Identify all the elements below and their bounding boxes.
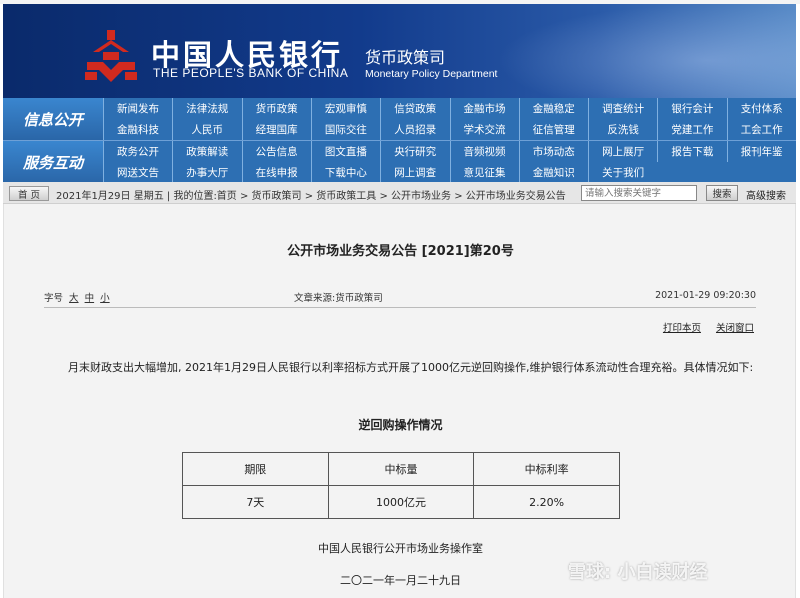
breadcrumb-bar: 首 页 2021年1月29日 星期五 | 我的位置:首页 > 货币政策司 > 货… (3, 182, 796, 204)
nav-link-info-12[interactable]: 经理国库 (241, 119, 311, 140)
table-row: 7天 1000亿元 2.20% (182, 485, 620, 519)
table-header-cell: 期限 (182, 452, 329, 486)
nav-link-info-14[interactable]: 人员招录 (380, 119, 449, 140)
nav-category-info[interactable]: 信息公开 (3, 98, 103, 140)
nav-link-service-12[interactable]: 在线申报 (241, 162, 311, 183)
article-content: 公开市场业务交易公告 [2021]第20号 字号 大 中 小 文章来源:货币政策… (3, 204, 796, 598)
nav-link-service-1[interactable]: 政策解读 (172, 141, 241, 162)
nav-link-service-13[interactable]: 下载中心 (310, 162, 380, 183)
nav-link-service-6[interactable]: 市场动态 (518, 141, 588, 162)
nav-link-service-5[interactable]: 音频视频 (449, 141, 519, 162)
nav-link-service-10[interactable]: 网送文告 (103, 162, 172, 183)
dept-name-cn: 货币政策司 (365, 48, 446, 67)
nav-link-info-11[interactable]: 人民币 (172, 119, 241, 140)
font-size-small[interactable]: 小 (100, 293, 110, 304)
nav-row-info: 信息公开 新闻发布 法律法规 货币政策 宏观审慎 信贷政策 金融市场 金融稳定 调查统计 银行会… (3, 98, 796, 140)
breadcrumb[interactable]: 2021年1月29日 星期五 | 我的位置:首页 > 货币政策司 > 货币政策工… (56, 187, 566, 202)
table-header-row: 期限 中标量 中标利率 (182, 452, 620, 486)
nav-link-info-13[interactable]: 国际交往 (310, 119, 380, 140)
nav-link-service-4[interactable]: 央行研究 (380, 141, 449, 162)
nav-link-service-2[interactable]: 公告信息 (241, 141, 311, 162)
nav-links-service: 政务公开 政策解读 公告信息 图文直播 央行研究 音频视频 市场动态 网上展厅 报告下载 报刊年鉴… (103, 141, 796, 183)
nav-link-service-11[interactable]: 办事大厅 (172, 162, 241, 183)
table-cell: 2.20% (473, 485, 620, 519)
nav-category-service[interactable]: 服务互动 (3, 141, 103, 183)
nav-link-info-7[interactable]: 调查统计 (588, 98, 657, 119)
nav-link-info-4[interactable]: 信贷政策 (380, 98, 449, 119)
table-header-cell: 中标利率 (473, 452, 620, 486)
article-meta: 字号 大 中 小 文章来源:货币政策司 2021-01-29 09:20:30 (44, 290, 756, 304)
nav-link-info-6[interactable]: 金融稳定 (518, 98, 588, 119)
table-cell: 7天 (182, 485, 329, 519)
nav-link-info-1[interactable]: 法律法规 (172, 98, 241, 119)
nav-link-service-8[interactable]: 报告下载 (657, 141, 726, 162)
home-button[interactable]: 首 页 (9, 186, 49, 201)
nav-link-service-14[interactable]: 网上调查 (380, 162, 449, 183)
nav-link-info-5[interactable]: 金融市场 (449, 98, 519, 119)
nav-link-info-15[interactable]: 学术交流 (449, 119, 519, 140)
nav-row-service: 服务互动 政务公开 政策解读 公告信息 图文直播 央行研究 音频视频 市场动态 网上展厅 报告下… (3, 140, 796, 183)
search-button[interactable]: 搜索 (706, 185, 738, 201)
nav-links-info: 新闻发布 法律法规 货币政策 宏观审慎 信贷政策 金融市场 金融稳定 调查统计 银行会计 支付体系… (103, 98, 796, 140)
table-cell: 1000亿元 (327, 485, 475, 519)
nav-link-info-0[interactable]: 新闻发布 (103, 98, 172, 119)
nav-link-service-0[interactable]: 政务公开 (103, 141, 172, 162)
bank-name-en: THE PEOPLE'S BANK OF CHINA (153, 66, 349, 80)
search-input[interactable] (581, 185, 697, 201)
divider (44, 307, 756, 308)
article-source: 文章来源:货币政策司 (294, 293, 383, 304)
article-paragraph: 月末财政支出大幅增加, 2021年1月29日人民银行以利率招标方式开展了1000… (68, 361, 754, 374)
nav-link-info-18[interactable]: 党建工作 (657, 119, 726, 140)
article-signature: 中国人民银行公开市场业务操作室 (318, 542, 483, 555)
pboc-logo-icon (85, 30, 137, 82)
close-window-link[interactable]: 关闭窗口 (716, 323, 754, 334)
main-navigation: 信息公开 新闻发布 法律法规 货币政策 宏观审慎 信贷政策 金融市场 金融稳定 调查统计 银行会… (3, 98, 796, 183)
font-size-medium[interactable]: 中 (85, 293, 95, 304)
font-size-large[interactable]: 大 (69, 293, 79, 304)
nav-link-info-9[interactable]: 支付体系 (726, 98, 796, 119)
nav-link-info-16[interactable]: 征信管理 (518, 119, 588, 140)
nav-link-service-15[interactable]: 意见征集 (449, 162, 519, 183)
article-tools: 打印本页 关闭窗口 (651, 320, 754, 334)
advanced-search-link[interactable]: 高级搜索 (746, 187, 786, 202)
banner-glow (496, 4, 796, 98)
article-datetime: 2021-01-29 09:20:30 (655, 290, 756, 301)
font-size-label: 字号 (44, 293, 64, 304)
watermark: 雪球: 小白读财经 (568, 562, 708, 583)
nav-link-info-2[interactable]: 货币政策 (241, 98, 311, 119)
nav-link-service-16[interactable]: 金融知识 (518, 162, 588, 183)
dept-name-en: Monetary Policy Department (365, 68, 498, 80)
nav-link-info-3[interactable]: 宏观审慎 (310, 98, 380, 119)
nav-link-info-10[interactable]: 金融科技 (103, 119, 172, 140)
nav-link-info-19[interactable]: 工会工作 (726, 119, 796, 140)
nav-link-info-8[interactable]: 银行会计 (657, 98, 726, 119)
table-title: 逆回购操作情况 (358, 418, 443, 432)
site-banner: 中国人民银行 THE PEOPLE'S BANK OF CHINA 货币政策司 … (3, 4, 796, 98)
nav-link-info-17[interactable]: 反洗钱 (588, 119, 657, 140)
nav-link-service-7[interactable]: 网上展厅 (588, 141, 657, 162)
nav-link-service-9[interactable]: 报刊年鉴 (726, 141, 796, 162)
nav-link-service-17[interactable]: 关于我们 (588, 162, 657, 183)
font-size-control: 字号 大 中 小 (44, 290, 110, 304)
print-page-link[interactable]: 打印本页 (663, 323, 701, 334)
operations-table: 期限 中标量 中标利率 7天 1000亿元 2.20% (182, 452, 620, 519)
table-header-cell: 中标量 (327, 452, 475, 486)
page-title: 公开市场业务交易公告 [2021]第20号 (287, 244, 514, 259)
nav-link-service-3[interactable]: 图文直播 (310, 141, 380, 162)
